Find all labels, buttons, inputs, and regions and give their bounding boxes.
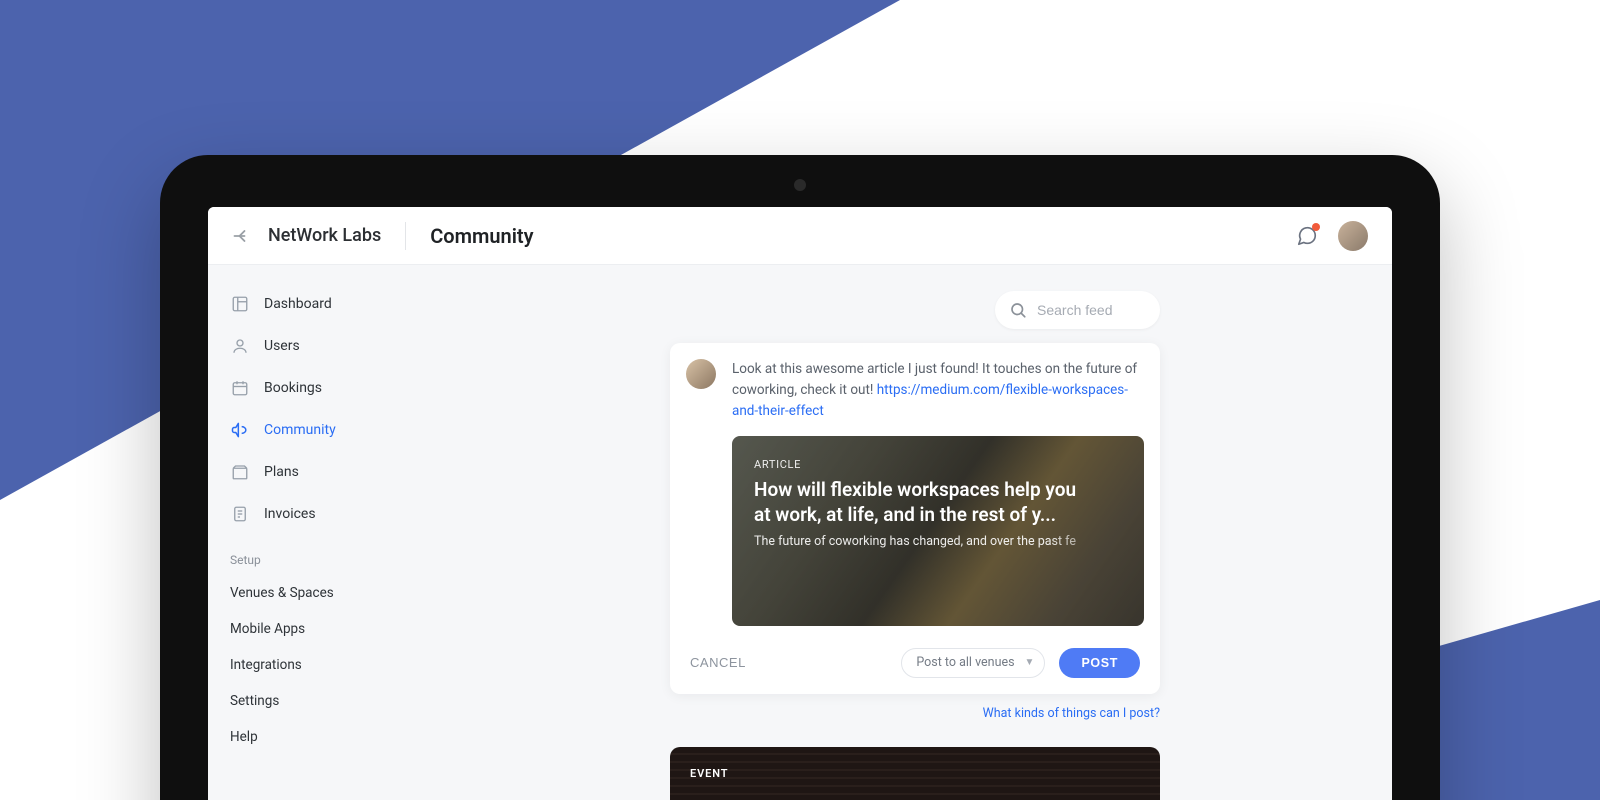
invoices-icon xyxy=(230,504,250,524)
post-button[interactable]: POST xyxy=(1059,648,1140,678)
sidebar-item-label: Dashboard xyxy=(264,296,332,312)
composer-text[interactable]: Look at this awesome article I just foun… xyxy=(732,359,1144,422)
sidebar-item-label: Plans xyxy=(264,464,299,480)
dashboard-icon xyxy=(230,294,250,314)
brand-name[interactable]: NetWork Labs xyxy=(268,225,381,246)
sidebar: Dashboard Users Bookings xyxy=(208,265,438,800)
link-preview-title: How will flexible workspaces help you at… xyxy=(754,477,1084,528)
chevron-down-icon: ▼ xyxy=(1025,657,1035,668)
sidebar-setup-venues[interactable]: Venues & Spaces xyxy=(208,575,438,611)
sidebar-setup-settings[interactable]: Settings xyxy=(208,683,438,719)
sidebar-item-label: Bookings xyxy=(264,380,322,396)
device-camera xyxy=(794,179,806,191)
post-help-link[interactable]: What kinds of things can I post? xyxy=(983,706,1160,721)
link-preview-desc: The future of coworking has changed, and… xyxy=(754,534,1122,549)
sidebar-item-label: Invoices xyxy=(264,506,316,522)
megaphone-icon xyxy=(230,420,250,440)
sidebar-item-invoices[interactable]: Invoices xyxy=(208,493,438,535)
sidebar-setup-mobile[interactable]: Mobile Apps xyxy=(208,611,438,647)
search-input[interactable] xyxy=(1037,302,1146,318)
link-preview-card[interactable]: ARTICLE How will flexible workspaces hel… xyxy=(732,436,1144,626)
sidebar-item-label: Users xyxy=(264,338,300,354)
link-preview-label: ARTICLE xyxy=(754,458,1122,471)
feed-event-card[interactable]: EVENT xyxy=(670,747,1160,800)
search-feed[interactable] xyxy=(995,291,1160,329)
page-title: Community xyxy=(430,224,533,248)
cancel-button[interactable]: CANCEL xyxy=(690,655,746,670)
post-scope-select[interactable]: Post to all venues ▼ xyxy=(901,648,1045,678)
sidebar-setup-help[interactable]: Help xyxy=(208,719,438,755)
chat-icon[interactable] xyxy=(1296,225,1318,247)
sidebar-item-users[interactable]: Users xyxy=(208,325,438,367)
post-composer: Look at this awesome article I just foun… xyxy=(670,343,1160,694)
sidebar-item-plans[interactable]: Plans xyxy=(208,451,438,493)
sidebar-item-bookings[interactable]: Bookings xyxy=(208,367,438,409)
sidebar-section-setup: Setup xyxy=(208,535,438,575)
sidebar-item-dashboard[interactable]: Dashboard xyxy=(208,283,438,325)
post-scope-label: Post to all venues xyxy=(916,655,1014,670)
sidebar-item-community[interactable]: Community xyxy=(208,409,438,451)
event-label: EVENT xyxy=(690,767,1140,780)
back-arrow-icon[interactable] xyxy=(232,226,252,246)
sidebar-setup-integrations[interactable]: Integrations xyxy=(208,647,438,683)
plans-icon xyxy=(230,462,250,482)
avatar[interactable] xyxy=(1338,221,1368,251)
app-header: NetWork Labs Community xyxy=(208,207,1392,265)
search-icon xyxy=(1009,301,1027,319)
users-icon xyxy=(230,336,250,356)
header-divider xyxy=(405,222,406,250)
sidebar-item-label: Community xyxy=(264,422,336,438)
notification-dot-icon xyxy=(1312,223,1320,231)
bookings-icon xyxy=(230,378,250,398)
tablet-frame: NetWork Labs Community Dashboard xyxy=(160,155,1440,800)
composer-avatar[interactable] xyxy=(686,359,716,389)
